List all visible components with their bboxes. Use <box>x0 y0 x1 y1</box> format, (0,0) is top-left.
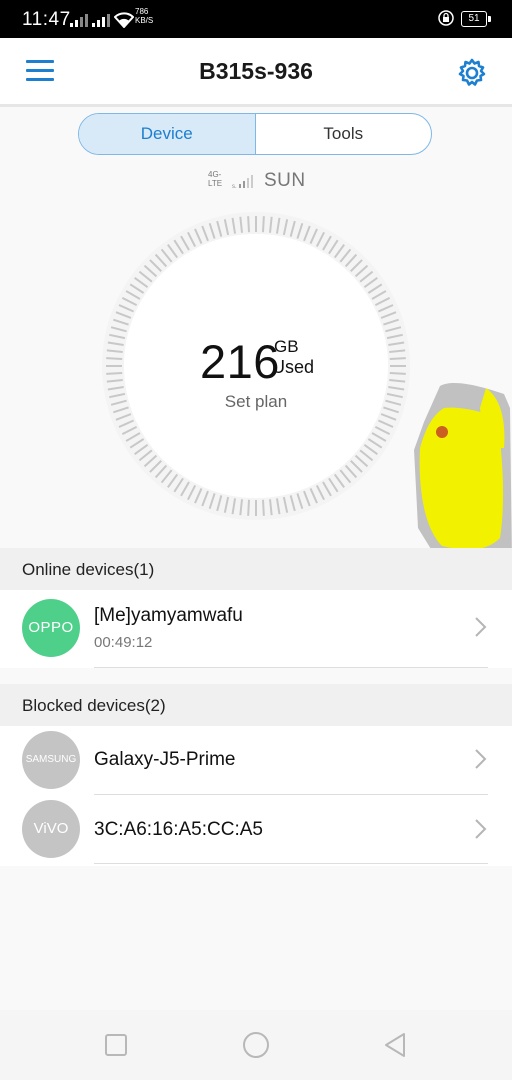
network-speed-unit: KB/S <box>135 16 154 25</box>
blocked-devices-title: Blocked devices(2) <box>22 696 166 715</box>
status-time: 11:47 <box>22 9 71 30</box>
usage-caption: Used <box>272 357 315 377</box>
signal-strength-icon <box>92 14 110 27</box>
page-title: B315s-936 <box>199 58 313 84</box>
online-devices-header: Online devices(1) <box>0 548 512 590</box>
dial-tick <box>262 499 265 516</box>
device-avatar-oppo: OPPO <box>22 599 80 657</box>
usage-value: 216 <box>200 335 280 388</box>
device-avatar-vivo: ViVO <box>22 800 80 858</box>
network-speed-value: 786 <box>135 7 149 16</box>
blocked-devices-header: Blocked devices(2) <box>0 684 512 726</box>
dial-tick <box>247 216 250 233</box>
tab-switcher: Device Tools <box>78 113 432 155</box>
svg-text:s.: s. <box>232 184 237 189</box>
tab-device[interactable]: Device <box>79 114 256 154</box>
network-type: 4G-LTE <box>208 170 223 188</box>
usage-unit: GB <box>274 337 299 356</box>
recents-square-icon[interactable] <box>105 1034 127 1056</box>
signal-strength-icon <box>70 14 88 27</box>
dial-tick <box>106 357 123 360</box>
device-name: Galaxy-J5-Prime <box>94 749 236 770</box>
status-bar: 11:47 786 KB/S 51 <box>0 0 512 38</box>
dial-tick <box>262 216 265 233</box>
signal-strength-icon: s. <box>232 175 253 189</box>
dial-tick <box>106 372 123 375</box>
chevron-right-icon <box>475 617 487 637</box>
device-duration: 00:49:12 <box>94 634 153 651</box>
gear-icon[interactable] <box>456 57 488 89</box>
chevron-right-icon <box>475 749 487 769</box>
dial-tick <box>247 499 250 516</box>
dial-tick <box>389 357 406 360</box>
tab-tools[interactable]: Tools <box>256 114 432 154</box>
device-avatar-samsung: SAMSUNG <box>22 731 80 789</box>
dial-tick <box>389 372 406 375</box>
back-triangle-icon[interactable] <box>383 1032 407 1058</box>
device-name: [Me]yamyamwafu <box>94 605 243 626</box>
battery-indicator: 51 <box>461 11 491 27</box>
device-name: 3C:A6:16:A5:CC:A5 <box>94 819 263 840</box>
online-devices-title: Online devices(1) <box>22 560 155 579</box>
device-row-blocked[interactable]: ViVO 3C:A6:16:A5:CC:A5 <box>0 796 512 866</box>
rotation-lock-icon <box>438 10 454 26</box>
device-row-online[interactable]: OPPO [Me]yamyamwafu 00:49:12 <box>0 590 512 668</box>
wifi-icon <box>114 12 134 28</box>
redaction-scribble <box>414 383 512 560</box>
chevron-right-icon <box>475 819 487 839</box>
network-speed: 786 KB/S <box>135 7 153 25</box>
home-circle-icon[interactable] <box>242 1031 270 1059</box>
device-row-blocked[interactable]: SAMSUNG Galaxy-J5-Prime <box>0 726 512 796</box>
app-bar: B315s-936 <box>0 38 512 107</box>
network-operator: SUN <box>264 170 306 191</box>
system-navigation-bar <box>0 1010 512 1080</box>
